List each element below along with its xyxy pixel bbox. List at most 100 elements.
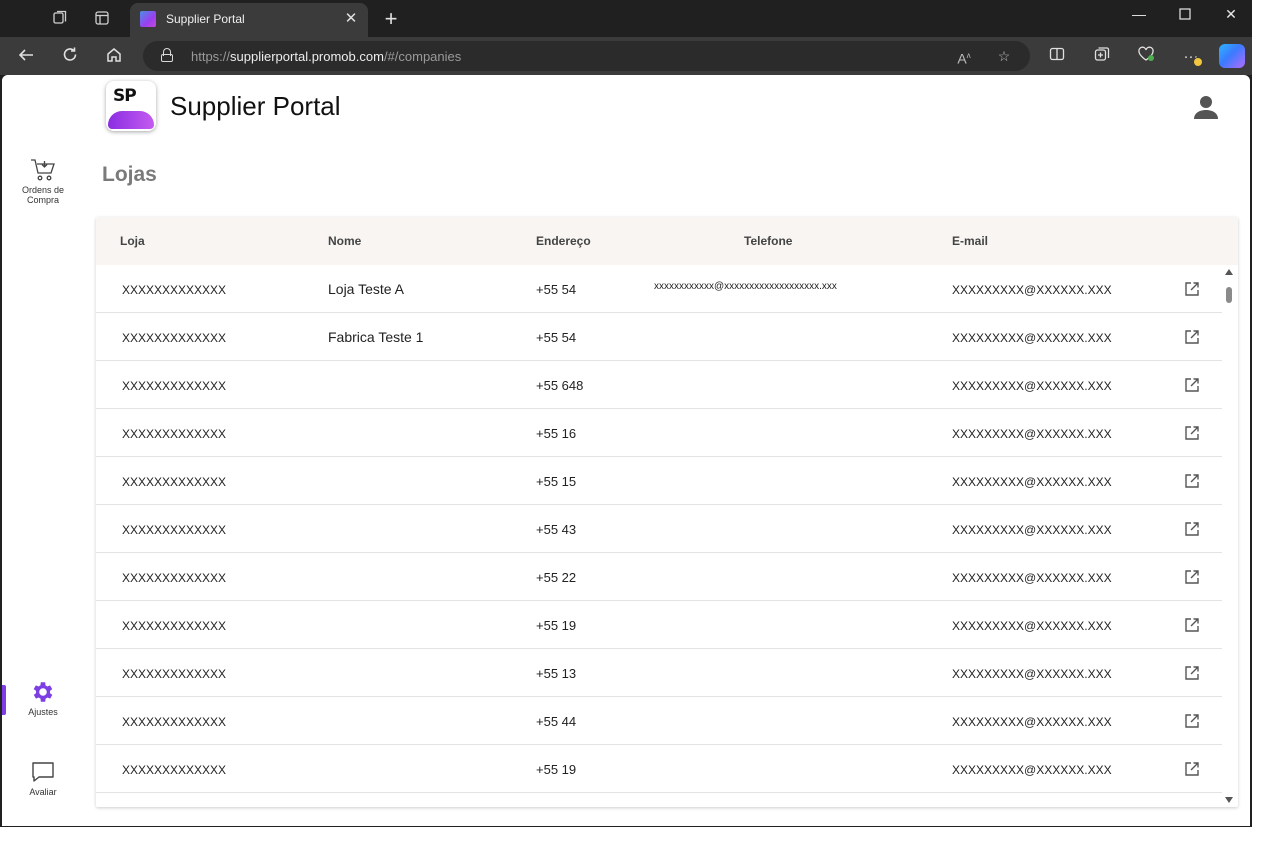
table-row[interactable]: XXXXXXXXXXXXX +55 43 XXXXXXXXX@XXXXXX.XXX xyxy=(96,505,1222,553)
sidebar-item-avaliar[interactable]: Avaliar xyxy=(2,759,84,797)
cell-endereco: +55 44 xyxy=(536,714,577,729)
table-header: Loja Nome Endereço Telefone E-mail xyxy=(96,217,1238,265)
favicon-icon xyxy=(140,11,156,27)
cell-email: XXXXXXXXX@XXXXXX.XXX xyxy=(952,523,1112,537)
address-bar[interactable]: https://supplierportal.promob.com/#/comp… xyxy=(143,41,1030,71)
cell-endereco: +55 54 xyxy=(536,282,577,297)
read-aloud-icon[interactable]: Aʌ xyxy=(955,47,973,67)
sidebar-item-ordens-de-compra[interactable]: Ordens de Compra xyxy=(2,157,84,205)
notification-badge-icon xyxy=(1193,57,1203,67)
column-header-email[interactable]: E-mail xyxy=(952,234,988,248)
cell-loja: XXXXXXXXXXXXX xyxy=(122,763,227,777)
table-scrollbar[interactable] xyxy=(1224,269,1234,803)
cell-email: XXXXXXXXX@XXXXXX.XXX xyxy=(952,715,1112,729)
table-body: XXXXXXXXXXXXX Loja Teste A +55 54 xxxxxxxxx… xyxy=(96,265,1222,807)
cell-nome: Fabrica Teste 1 xyxy=(328,329,424,345)
table-row[interactable]: XXXXXXXXXXXXX +55 19 XXXXXXXXX@XXXXXX.XXX xyxy=(96,601,1222,649)
browser-essentials-icon[interactable] xyxy=(1135,46,1157,68)
workspaces-icon[interactable] xyxy=(51,10,69,28)
column-header-loja[interactable]: Loja xyxy=(120,234,145,248)
table-row[interactable]: XXXXXXXXXXXXX +55 16 XXXXXXXXX@XXXXXX.XXX xyxy=(96,409,1222,457)
cell-email: XXXXXXXXX@XXXXXX.XXX xyxy=(952,283,1112,297)
open-external-icon[interactable] xyxy=(1184,617,1200,633)
open-external-icon[interactable] xyxy=(1184,665,1200,681)
tab-actions-icon[interactable] xyxy=(93,10,111,28)
close-tab-icon[interactable]: ✕ xyxy=(342,10,360,28)
split-screen-icon[interactable] xyxy=(1046,46,1068,68)
tab-supplier-portal[interactable]: Supplier Portal ✕ xyxy=(130,3,368,37)
sidebar-item-ajustes[interactable]: Ajustes xyxy=(2,679,84,717)
table-row[interactable]: XXXXXXXXXXXXX +55 19 XXXXXXXXX@XXXXXX.XXX xyxy=(96,745,1222,793)
column-header-telefone[interactable]: Telefone xyxy=(744,234,792,248)
cell-endereco: +55 648 xyxy=(536,378,584,393)
cell-endereco: +55 19 xyxy=(536,618,577,633)
scrollbar-thumb[interactable] xyxy=(1226,287,1232,303)
open-external-icon[interactable] xyxy=(1184,569,1200,585)
close-window-button[interactable]: ✕ xyxy=(1216,4,1246,24)
cell-loja: XXXXXXXXXXXXX xyxy=(122,379,227,393)
scroll-down-icon[interactable] xyxy=(1225,797,1233,803)
cell-endereco: +55 54 xyxy=(536,330,577,345)
table-row[interactable]: XXXXXXXXXXXXX +55 22 XXXXXXXXX@XXXXXX.XXX xyxy=(96,553,1222,601)
open-external-icon[interactable] xyxy=(1184,713,1200,729)
open-external-icon[interactable] xyxy=(1184,761,1200,777)
page-content: Ordens de Compra Ajustes Avaliar SP Supp… xyxy=(2,75,1250,826)
table-row[interactable]: XXXXXXXXXXXXX +55 648 XXXXXXXXX@XXXXXX.XXX xyxy=(96,361,1222,409)
gear-icon xyxy=(33,682,53,702)
cell-endereco: +55 19 xyxy=(536,762,577,777)
column-header-endereco[interactable]: Endereço xyxy=(536,234,591,248)
cell-telefone: xxxxxxxxxxxx@xxxxxxxxxxxxxxxxxxx.xxx xyxy=(654,281,837,292)
cell-endereco: +55 22 xyxy=(536,570,577,585)
user-account-icon[interactable] xyxy=(1192,93,1220,121)
lock-icon[interactable] xyxy=(161,48,173,62)
sidebar-item-label: Avaliar xyxy=(29,787,57,797)
app-header: SP Supplier Portal xyxy=(84,75,1250,145)
cell-endereco: +55 15 xyxy=(536,474,577,489)
copilot-icon[interactable] xyxy=(1219,44,1245,68)
cell-loja: XXXXXXXXXXXXX xyxy=(122,427,227,441)
scroll-up-icon[interactable] xyxy=(1225,269,1233,275)
open-external-icon[interactable] xyxy=(1184,329,1200,345)
open-external-icon[interactable] xyxy=(1184,521,1200,537)
cell-email: XXXXXXXXX@XXXXXX.XXX xyxy=(952,475,1112,489)
cell-email: XXXXXXXXX@XXXXXX.XXX xyxy=(952,427,1112,441)
back-icon[interactable] xyxy=(15,46,37,68)
cell-loja: XXXXXXXXXXXXX xyxy=(122,571,227,585)
table-row[interactable]: XXXXXXXXXXXXX +55 15 XXXXXXXXX@XXXXXX.XXX xyxy=(96,457,1222,505)
sidebar-item-label: Ordens de Compra xyxy=(21,185,65,205)
maximize-button[interactable] xyxy=(1170,4,1200,24)
cell-nome: Loja Teste A xyxy=(328,281,405,297)
table-row[interactable]: XXXXXXXXXXXXX +55 13 XXXXXXXXX@XXXXXX.XXX xyxy=(96,649,1222,697)
open-external-icon[interactable] xyxy=(1184,473,1200,489)
cell-email: XXXXXXXXX@XXXXXX.XXX xyxy=(952,667,1112,681)
cell-endereco: +55 16 xyxy=(536,426,577,441)
page-title: Lojas xyxy=(102,163,157,186)
column-header-nome[interactable]: Nome xyxy=(328,234,361,248)
cell-email: XXXXXXXXX@XXXXXX.XXX xyxy=(952,619,1112,633)
refresh-icon[interactable] xyxy=(59,46,81,68)
tab-title: Supplier Portal xyxy=(166,12,245,26)
table-row[interactable]: XXXXXXXXXXXXX Loja Teste A +55 54 xxxxxxxxx… xyxy=(96,265,1222,313)
collections-icon[interactable] xyxy=(1091,46,1113,68)
open-external-icon[interactable] xyxy=(1184,377,1200,393)
url-text[interactable]: https://supplierportal.promob.com/#/comp… xyxy=(191,49,461,64)
cell-loja: XXXXXXXXXXXXX xyxy=(122,331,227,345)
new-tab-button[interactable]: + xyxy=(381,8,401,30)
open-external-icon[interactable] xyxy=(1184,425,1200,441)
cell-email: XXXXXXXXX@XXXXXX.XXX xyxy=(952,331,1112,345)
browser-window: Supplier Portal ✕ + — ✕ https://supplier… xyxy=(0,0,1252,827)
tab-strip: Supplier Portal ✕ + — ✕ xyxy=(0,0,1252,37)
cell-email: XXXXXXXXX@XXXXXX.XXX xyxy=(952,571,1112,585)
home-icon[interactable] xyxy=(103,46,125,68)
browser-toolbar: https://supplierportal.promob.com/#/comp… xyxy=(0,37,1252,75)
open-external-icon[interactable] xyxy=(1184,281,1200,297)
chat-bubble-icon xyxy=(32,762,54,782)
cell-loja: XXXXXXXXXXXXX xyxy=(122,715,227,729)
cell-loja: XXXXXXXXXXXXX xyxy=(122,475,227,489)
cell-loja: XXXXXXXXXXXXX xyxy=(122,283,227,297)
cell-loja: XXXXXXXXXXXXX xyxy=(122,523,227,537)
table-row[interactable]: XXXXXXXXXXXXX Fabrica Teste 1 +55 54 XXXXXX… xyxy=(96,313,1222,361)
table-row[interactable]: XXXXXXXXXXXXX +55 44 XXXXXXXXX@XXXXXX.XXX xyxy=(96,697,1222,745)
minimize-button[interactable]: — xyxy=(1124,4,1154,24)
favorite-star-icon[interactable]: ☆ xyxy=(995,47,1013,65)
